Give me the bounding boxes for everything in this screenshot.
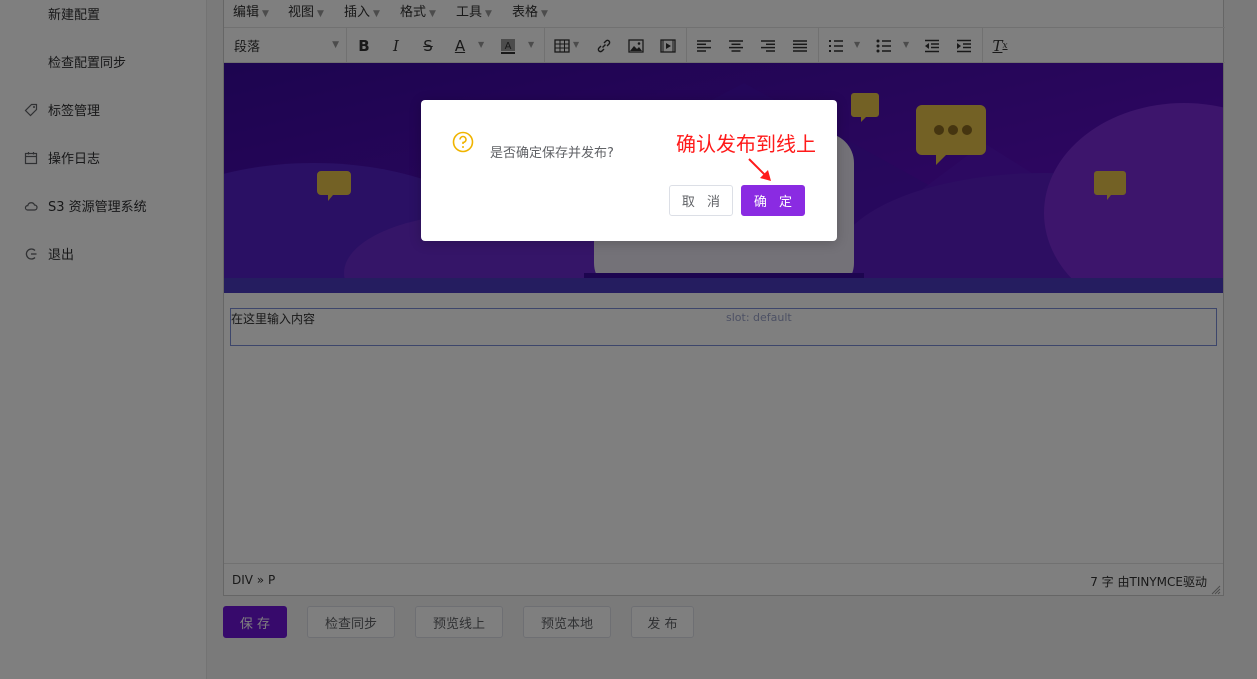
dialog-message: 是否确定保存并发布? [490,146,614,161]
confirm-button[interactable]: 确 定 [741,185,805,216]
arrow-icon [745,155,775,185]
cancel-button[interactable]: 取 消 [669,185,733,216]
annotation-label: 确认发布到线上 [676,132,816,156]
question-icon [452,131,474,153]
